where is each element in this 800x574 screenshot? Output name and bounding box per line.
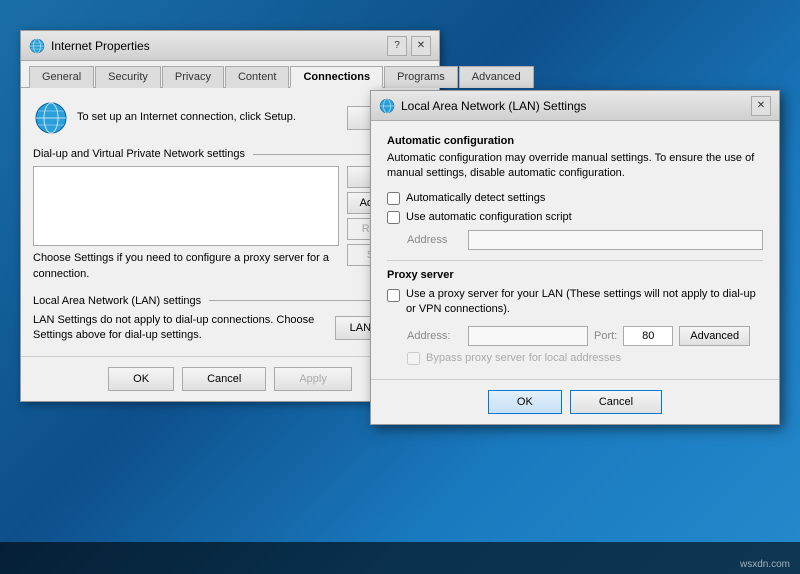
lan-dialog: Local Area Network (LAN) Settings ✕ Auto…	[370, 90, 780, 425]
dialup-section-header: Dial-up and Virtual Private Network sett…	[33, 148, 427, 160]
inet-window-icon	[29, 38, 45, 54]
inet-title-bar: Internet Properties ? ✕	[21, 31, 439, 61]
auto-config-title: Automatic configuration	[387, 135, 763, 147]
tab-general[interactable]: General	[29, 66, 94, 88]
tab-security[interactable]: Security	[95, 66, 161, 88]
port-input[interactable]	[623, 326, 673, 346]
setup-description: To set up an Internet connection, click …	[77, 110, 339, 125]
proxy-title: Proxy server	[387, 269, 763, 281]
lan-section-header: Local Area Network (LAN) settings	[33, 295, 427, 307]
lan-dialog-controls: ✕	[751, 96, 771, 116]
ok-button[interactable]: OK	[108, 367, 174, 391]
auto-script-label: Use automatic configuration script	[406, 211, 572, 223]
lan-row: LAN Settings do not apply to dial-up con…	[33, 313, 427, 344]
proxy-use-label: Use a proxy server for your LAN (These s…	[406, 287, 763, 318]
taskbar: wsxdn.com	[0, 542, 800, 574]
lan-dialog-title-bar: Local Area Network (LAN) Settings ✕	[371, 91, 779, 121]
setup-row: To set up an Internet connection, click …	[33, 100, 427, 136]
lan-ok-button[interactable]: OK	[488, 390, 562, 414]
script-address-label: Address	[407, 234, 462, 246]
auto-detect-checkbox[interactable]	[387, 192, 400, 205]
help-button[interactable]: ?	[387, 36, 407, 56]
bypass-row: Bypass proxy server for local addresses	[407, 352, 763, 365]
tab-privacy[interactable]: Privacy	[162, 66, 224, 88]
bypass-checkbox[interactable]	[407, 352, 420, 365]
dialog-separator	[387, 260, 763, 261]
script-address-row: Address	[407, 230, 763, 250]
dial-list-area: Choose Settings if you need to configure…	[33, 166, 339, 283]
lan-description: LAN Settings do not apply to dial-up con…	[33, 313, 327, 344]
proxy-addr-row: Address: Port: Advanced	[407, 326, 763, 346]
lan-dialog-close[interactable]: ✕	[751, 96, 771, 116]
watermark: wsxdn.com	[740, 559, 790, 570]
lan-dialog-footer: OK Cancel	[371, 379, 779, 424]
choose-text: Choose Settings if you need to configure…	[33, 252, 329, 280]
auto-script-row: Use automatic configuration script	[387, 211, 763, 224]
proxy-address-input[interactable]	[468, 326, 588, 346]
inet-title-controls: ? ✕	[387, 36, 431, 56]
proxy-use-row: Use a proxy server for your LAN (These s…	[387, 287, 763, 318]
tabs-bar: General Security Privacy Content Connect…	[21, 61, 439, 88]
script-address-input[interactable]	[468, 230, 763, 250]
auto-detect-row: Automatically detect settings	[387, 192, 763, 205]
apply-button[interactable]: Apply	[274, 367, 352, 391]
lan-dialog-content: Automatic configuration Automatic config…	[371, 121, 779, 379]
cancel-button[interactable]: Cancel	[182, 367, 266, 391]
tab-connections[interactable]: Connections	[290, 66, 383, 88]
dial-listbox[interactable]	[33, 166, 339, 246]
tab-advanced[interactable]: Advanced	[459, 66, 534, 88]
auto-config-desc: Automatic configuration may override man…	[387, 151, 763, 182]
lan-section: Local Area Network (LAN) settings LAN Se…	[33, 295, 427, 344]
dial-row: Choose Settings if you need to configure…	[33, 166, 427, 283]
advanced-button[interactable]: Advanced	[679, 326, 750, 346]
tab-content[interactable]: Content	[225, 66, 290, 88]
tab-programs[interactable]: Programs	[384, 66, 458, 88]
inet-title-text: Internet Properties	[51, 39, 387, 53]
lan-dialog-icon	[379, 98, 395, 114]
proxy-use-checkbox[interactable]	[387, 289, 400, 302]
proxy-address-label: Address:	[407, 330, 462, 342]
lan-dialog-title: Local Area Network (LAN) Settings	[401, 99, 751, 113]
lan-cancel-button[interactable]: Cancel	[570, 390, 662, 414]
close-button[interactable]: ✕	[411, 36, 431, 56]
bypass-label: Bypass proxy server for local addresses	[426, 352, 621, 364]
auto-script-checkbox[interactable]	[387, 211, 400, 224]
connection-icon	[33, 100, 69, 136]
auto-detect-label: Automatically detect settings	[406, 192, 545, 204]
port-label: Port:	[594, 330, 617, 342]
